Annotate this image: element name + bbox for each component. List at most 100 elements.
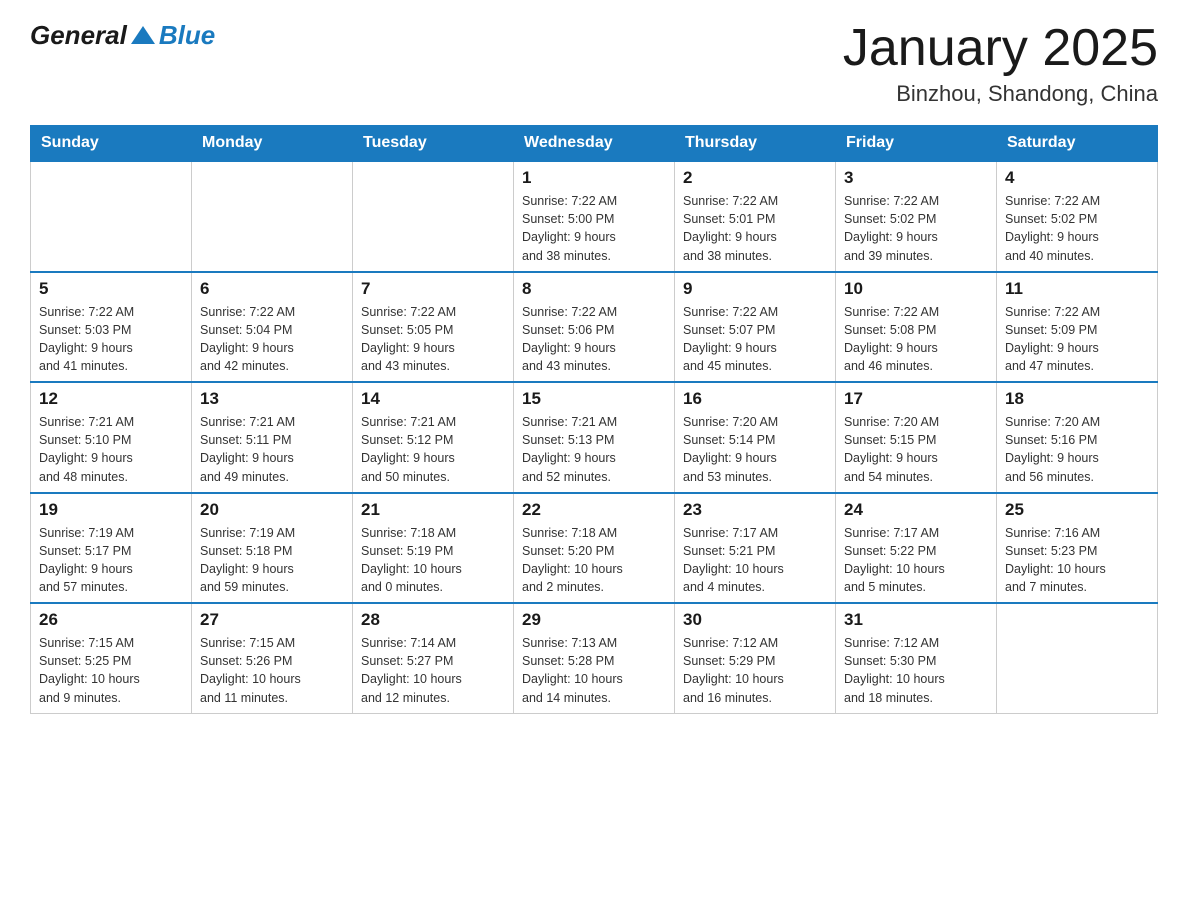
logo-icon	[129, 22, 157, 50]
calendar-cell: 19Sunrise: 7:19 AMSunset: 5:17 PMDayligh…	[31, 493, 192, 604]
calendar-cell: 17Sunrise: 7:20 AMSunset: 5:15 PMDayligh…	[836, 382, 997, 493]
day-number: 13	[200, 389, 344, 409]
calendar-cell: 5 Sunrise: 7:22 AMSunset: 5:03 PMDaylight…	[31, 272, 192, 383]
weekday-header-wednesday: Wednesday	[514, 126, 675, 162]
calendar-cell: 8 Sunrise: 7:22 AMSunset: 5:06 PMDaylight…	[514, 272, 675, 383]
weekday-header-thursday: Thursday	[675, 126, 836, 162]
calendar-cell: 11Sunrise: 7:22 AMSunset: 5:09 PMDayligh…	[997, 272, 1158, 383]
day-info: Sunrise: 7:21 AMSunset: 5:13 PMDaylight:…	[522, 413, 666, 486]
calendar-cell: 15 Sunrise: 7:21 AMSunset: 5:13 PMDayligh…	[514, 382, 675, 493]
day-info: Sunrise: 7:22 AMSunset: 5:06 PMDaylight:…	[522, 303, 666, 376]
day-number: 28	[361, 610, 505, 630]
day-info: Sunrise: 7:22 AMSunset: 5:03 PMDaylight:…	[39, 303, 183, 376]
day-number: 29	[522, 610, 666, 630]
day-info: Sunrise: 7:21 AMSunset: 5:10 PMDaylight:…	[39, 413, 183, 486]
calendar-cell: 4Sunrise: 7:22 AMSunset: 5:02 PMDaylight…	[997, 161, 1158, 272]
calendar-cell: 21 Sunrise: 7:18 AMSunset: 5:19 PMDayligh…	[353, 493, 514, 604]
day-info: Sunrise: 7:22 AMSunset: 5:02 PMDaylight:…	[844, 192, 988, 265]
weekday-header-sunday: Sunday	[31, 126, 192, 162]
calendar-cell: 13Sunrise: 7:21 AMSunset: 5:11 PMDayligh…	[192, 382, 353, 493]
calendar-cell: 31 Sunrise: 7:12 AMSunset: 5:30 PMDayligh…	[836, 603, 997, 713]
day-number: 5	[39, 279, 183, 299]
calendar-cell: 3 Sunrise: 7:22 AMSunset: 5:02 PMDaylight…	[836, 161, 997, 272]
calendar-cell: 20 Sunrise: 7:19 AMSunset: 5:18 PMDayligh…	[192, 493, 353, 604]
day-number: 10	[844, 279, 988, 299]
calendar-week-2: 5 Sunrise: 7:22 AMSunset: 5:03 PMDaylight…	[31, 272, 1158, 383]
day-info: Sunrise: 7:18 AMSunset: 5:19 PMDaylight:…	[361, 524, 505, 597]
calendar-cell: 10 Sunrise: 7:22 AMSunset: 5:08 PMDayligh…	[836, 272, 997, 383]
day-number: 3	[844, 168, 988, 188]
weekday-header-row: SundayMondayTuesdayWednesdayThursdayFrid…	[31, 126, 1158, 162]
logo: General Blue	[30, 20, 215, 51]
day-number: 4	[1005, 168, 1149, 188]
weekday-header-friday: Friday	[836, 126, 997, 162]
day-info: Sunrise: 7:22 AMSunset: 5:07 PMDaylight:…	[683, 303, 827, 376]
day-info: Sunrise: 7:22 AMSunset: 5:01 PMDaylight:…	[683, 192, 827, 265]
day-number: 17	[844, 389, 988, 409]
day-number: 26	[39, 610, 183, 630]
day-info: Sunrise: 7:22 AMSunset: 5:08 PMDaylight:…	[844, 303, 988, 376]
calendar-title: January 2025	[843, 20, 1158, 77]
weekday-header-monday: Monday	[192, 126, 353, 162]
calendar-week-4: 19Sunrise: 7:19 AMSunset: 5:17 PMDayligh…	[31, 493, 1158, 604]
day-number: 31	[844, 610, 988, 630]
day-info: Sunrise: 7:22 AMSunset: 5:05 PMDaylight:…	[361, 303, 505, 376]
day-info: Sunrise: 7:20 AMSunset: 5:14 PMDaylight:…	[683, 413, 827, 486]
day-number: 24	[844, 500, 988, 520]
calendar-cell	[192, 161, 353, 272]
day-number: 30	[683, 610, 827, 630]
calendar-cell	[353, 161, 514, 272]
calendar-cell: 2 Sunrise: 7:22 AMSunset: 5:01 PMDaylight…	[675, 161, 836, 272]
calendar-cell: 16 Sunrise: 7:20 AMSunset: 5:14 PMDayligh…	[675, 382, 836, 493]
calendar-cell: 29Sunrise: 7:13 AMSunset: 5:28 PMDayligh…	[514, 603, 675, 713]
day-info: Sunrise: 7:15 AMSunset: 5:26 PMDaylight:…	[200, 634, 344, 707]
calendar-cell	[997, 603, 1158, 713]
day-info: Sunrise: 7:22 AMSunset: 5:09 PMDaylight:…	[1005, 303, 1149, 376]
calendar-cell: 26 Sunrise: 7:15 AMSunset: 5:25 PMDayligh…	[31, 603, 192, 713]
day-number: 23	[683, 500, 827, 520]
day-number: 20	[200, 500, 344, 520]
day-info: Sunrise: 7:12 AMSunset: 5:30 PMDaylight:…	[844, 634, 988, 707]
day-number: 1	[522, 168, 666, 188]
day-number: 14	[361, 389, 505, 409]
day-number: 22	[522, 500, 666, 520]
day-info: Sunrise: 7:18 AMSunset: 5:20 PMDaylight:…	[522, 524, 666, 597]
weekday-header-tuesday: Tuesday	[353, 126, 514, 162]
day-info: Sunrise: 7:15 AMSunset: 5:25 PMDaylight:…	[39, 634, 183, 707]
calendar-week-5: 26 Sunrise: 7:15 AMSunset: 5:25 PMDayligh…	[31, 603, 1158, 713]
calendar-cell: 22 Sunrise: 7:18 AMSunset: 5:20 PMDayligh…	[514, 493, 675, 604]
day-number: 16	[683, 389, 827, 409]
calendar-cell	[31, 161, 192, 272]
calendar-cell: 6 Sunrise: 7:22 AMSunset: 5:04 PMDaylight…	[192, 272, 353, 383]
calendar-subtitle: Binzhou, Shandong, China	[843, 81, 1158, 107]
day-info: Sunrise: 7:22 AMSunset: 5:04 PMDaylight:…	[200, 303, 344, 376]
calendar-cell: 25 Sunrise: 7:16 AMSunset: 5:23 PMDayligh…	[997, 493, 1158, 604]
day-number: 25	[1005, 500, 1149, 520]
day-number: 7	[361, 279, 505, 299]
calendar-cell: 9Sunrise: 7:22 AMSunset: 5:07 PMDaylight…	[675, 272, 836, 383]
calendar-cell: 30Sunrise: 7:12 AMSunset: 5:29 PMDayligh…	[675, 603, 836, 713]
day-number: 19	[39, 500, 183, 520]
day-info: Sunrise: 7:17 AMSunset: 5:22 PMDaylight:…	[844, 524, 988, 597]
day-info: Sunrise: 7:16 AMSunset: 5:23 PMDaylight:…	[1005, 524, 1149, 597]
day-number: 21	[361, 500, 505, 520]
day-number: 27	[200, 610, 344, 630]
day-number: 12	[39, 389, 183, 409]
calendar-cell: 7 Sunrise: 7:22 AMSunset: 5:05 PMDaylight…	[353, 272, 514, 383]
day-info: Sunrise: 7:19 AMSunset: 5:18 PMDaylight:…	[200, 524, 344, 597]
title-block: January 2025 Binzhou, Shandong, China	[843, 20, 1158, 107]
day-number: 15	[522, 389, 666, 409]
day-info: Sunrise: 7:17 AMSunset: 5:21 PMDaylight:…	[683, 524, 827, 597]
calendar-cell: 23 Sunrise: 7:17 AMSunset: 5:21 PMDayligh…	[675, 493, 836, 604]
calendar-cell: 24 Sunrise: 7:17 AMSunset: 5:22 PMDayligh…	[836, 493, 997, 604]
day-number: 6	[200, 279, 344, 299]
day-info: Sunrise: 7:21 AMSunset: 5:12 PMDaylight:…	[361, 413, 505, 486]
logo-blue-text: Blue	[159, 20, 215, 51]
calendar-cell: 12 Sunrise: 7:21 AMSunset: 5:10 PMDayligh…	[31, 382, 192, 493]
day-number: 8	[522, 279, 666, 299]
day-number: 2	[683, 168, 827, 188]
calendar-cell: 1 Sunrise: 7:22 AMSunset: 5:00 PMDaylight…	[514, 161, 675, 272]
day-info: Sunrise: 7:22 AMSunset: 5:00 PMDaylight:…	[522, 192, 666, 265]
day-number: 18	[1005, 389, 1149, 409]
calendar-week-3: 12 Sunrise: 7:21 AMSunset: 5:10 PMDayligh…	[31, 382, 1158, 493]
